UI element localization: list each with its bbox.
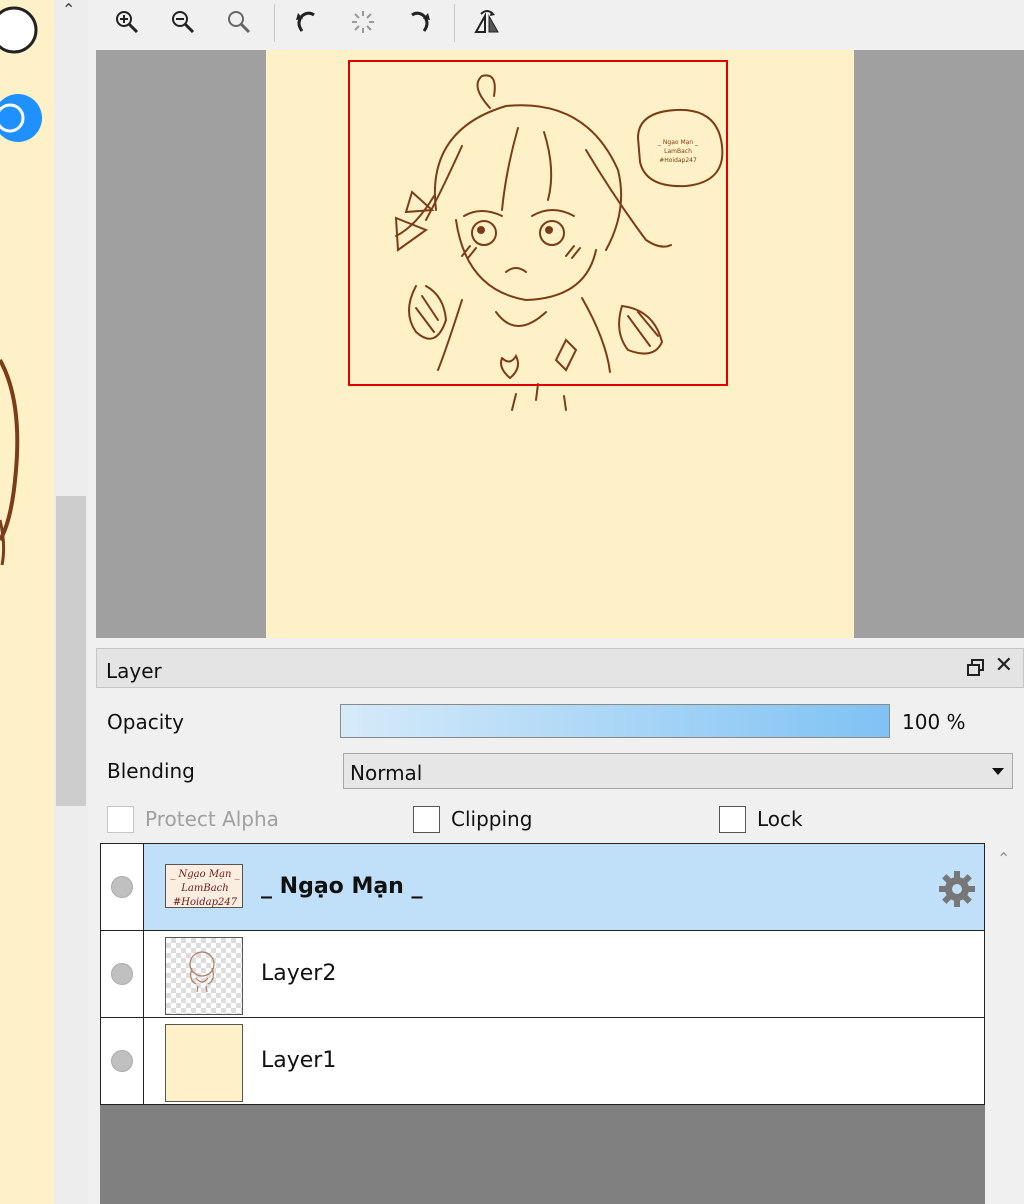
zoom-in-button[interactable]: [110, 6, 144, 38]
visibility-dot-icon: [111, 963, 133, 985]
canvas-edge-drawing: [0, 6, 42, 566]
opacity-slider[interactable]: [340, 704, 890, 738]
navigator-view[interactable]: _ Ngạo Mạn _ LamBach #Hoidap247: [96, 50, 1024, 638]
layer-visibility-toggle[interactable]: [101, 844, 144, 930]
layer-thumbnail: _ Ngạo Mạn _ LamBach #Hoidap247: [165, 864, 243, 908]
layer-name: _ Ngạo Mạn _: [261, 874, 423, 899]
rotate-right-button[interactable]: [402, 6, 436, 38]
rotate-right-icon: [411, 11, 430, 32]
rotate-reset-button[interactable]: [346, 6, 380, 38]
layer-thumbnail: [165, 1024, 243, 1102]
toolbar-separator: [274, 4, 275, 42]
blending-label: Blending: [107, 759, 195, 783]
scroll-up-arrow-icon[interactable]: ⌃: [62, 0, 75, 19]
zoom-out-button[interactable]: [166, 6, 200, 38]
lock-label: Lock: [757, 807, 803, 831]
zoom-in-icon: [116, 11, 139, 34]
opacity-value: 100 %: [902, 710, 966, 734]
rotate-left-icon: [296, 11, 315, 32]
layer-thumbnail: [165, 937, 243, 1015]
clipping-checkbox[interactable]: Clipping: [413, 804, 532, 834]
scroll-up-arrow-icon[interactable]: ⌃: [997, 849, 1010, 868]
zoom-out-icon: [172, 11, 195, 34]
flip-horizontal-icon: [474, 10, 499, 33]
toolbar-separator: [454, 4, 455, 42]
svg-text:LamBach: LamBach: [180, 883, 228, 894]
layer-visibility-toggle[interactable]: [101, 1018, 144, 1104]
layer-panel-titlebar[interactable]: Layer ✕: [96, 648, 1024, 688]
app-window: ⌃ _ Ngạo Mạn _ LamBach #Hoidap247 Layer …: [0, 0, 1024, 1204]
protect-alpha-label: Protect Alpha: [145, 807, 279, 831]
dropdown-arrow-icon: [992, 768, 1004, 775]
zoom-reset-button[interactable]: [222, 6, 256, 38]
blending-mode-select[interactable]: Normal: [343, 753, 1013, 789]
layer-row[interactable]: Layer2: [100, 930, 985, 1018]
layer-panel: Layer ✕ Opacity 100 % Blending Normal Pr…: [96, 648, 1024, 1204]
layer-list-scrollbar[interactable]: ⌃: [987, 843, 1024, 1204]
float-panel-button[interactable]: [967, 659, 985, 677]
float-window-icon: [967, 659, 984, 676]
protect-alpha-checkbox[interactable]: Protect Alpha: [107, 804, 279, 834]
layer-settings-button[interactable]: [936, 868, 978, 910]
layer-name: Layer2: [261, 961, 337, 986]
rotate-left-button[interactable]: [290, 6, 324, 38]
canvas-vertical-scrollbar[interactable]: ⌃: [54, 0, 88, 1204]
panel-title: Layer: [106, 659, 162, 683]
clipping-box[interactable]: [413, 805, 440, 833]
layer-row[interactable]: _ Ngạo Mạn _ LamBach #Hoidap247 _ Ngạo M…: [100, 843, 985, 931]
layer-list: _ Ngạo Mạn _ LamBach #Hoidap247 _ Ngạo M…: [100, 843, 985, 1204]
zoom-reset-icon: [228, 11, 251, 34]
flip-horizontal-button[interactable]: [470, 6, 504, 38]
rotate-reset-icon: [352, 11, 374, 33]
opacity-label: Opacity: [107, 710, 184, 734]
lock-box[interactable]: [719, 805, 746, 833]
navigator-viewport-frame[interactable]: [348, 60, 728, 386]
clipping-label: Clipping: [451, 807, 533, 831]
gear-icon: [939, 871, 975, 907]
visibility-dot-icon: [111, 876, 133, 898]
navigator-canvas-preview: _ Ngạo Mạn _ LamBach #Hoidap247: [266, 50, 854, 638]
visibility-dot-icon: [111, 1050, 133, 1072]
navigator-toolbar: [96, 0, 1024, 48]
blending-mode-value: Normal: [350, 761, 423, 785]
layer-row[interactable]: Layer1: [100, 1017, 985, 1105]
protect-alpha-box[interactable]: [107, 805, 134, 833]
close-panel-button[interactable]: ✕: [995, 653, 1013, 678]
svg-text:_ Ngạo Mạn _: _ Ngạo Mạn _: [170, 869, 239, 880]
lock-checkbox[interactable]: Lock: [719, 804, 803, 834]
layer-name: Layer1: [261, 1048, 337, 1073]
svg-text:#Hoidap247: #Hoidap247: [173, 897, 238, 908]
sketch-thumbnail-drawing: [189, 951, 215, 993]
layer-visibility-toggle[interactable]: [101, 931, 144, 1017]
main-canvas-edge[interactable]: [0, 0, 54, 1204]
layer-thumbnail-text: _ Ngạo Mạn _ LamBach #Hoidap247: [170, 869, 239, 908]
scrollbar-thumb[interactable]: [56, 496, 86, 806]
